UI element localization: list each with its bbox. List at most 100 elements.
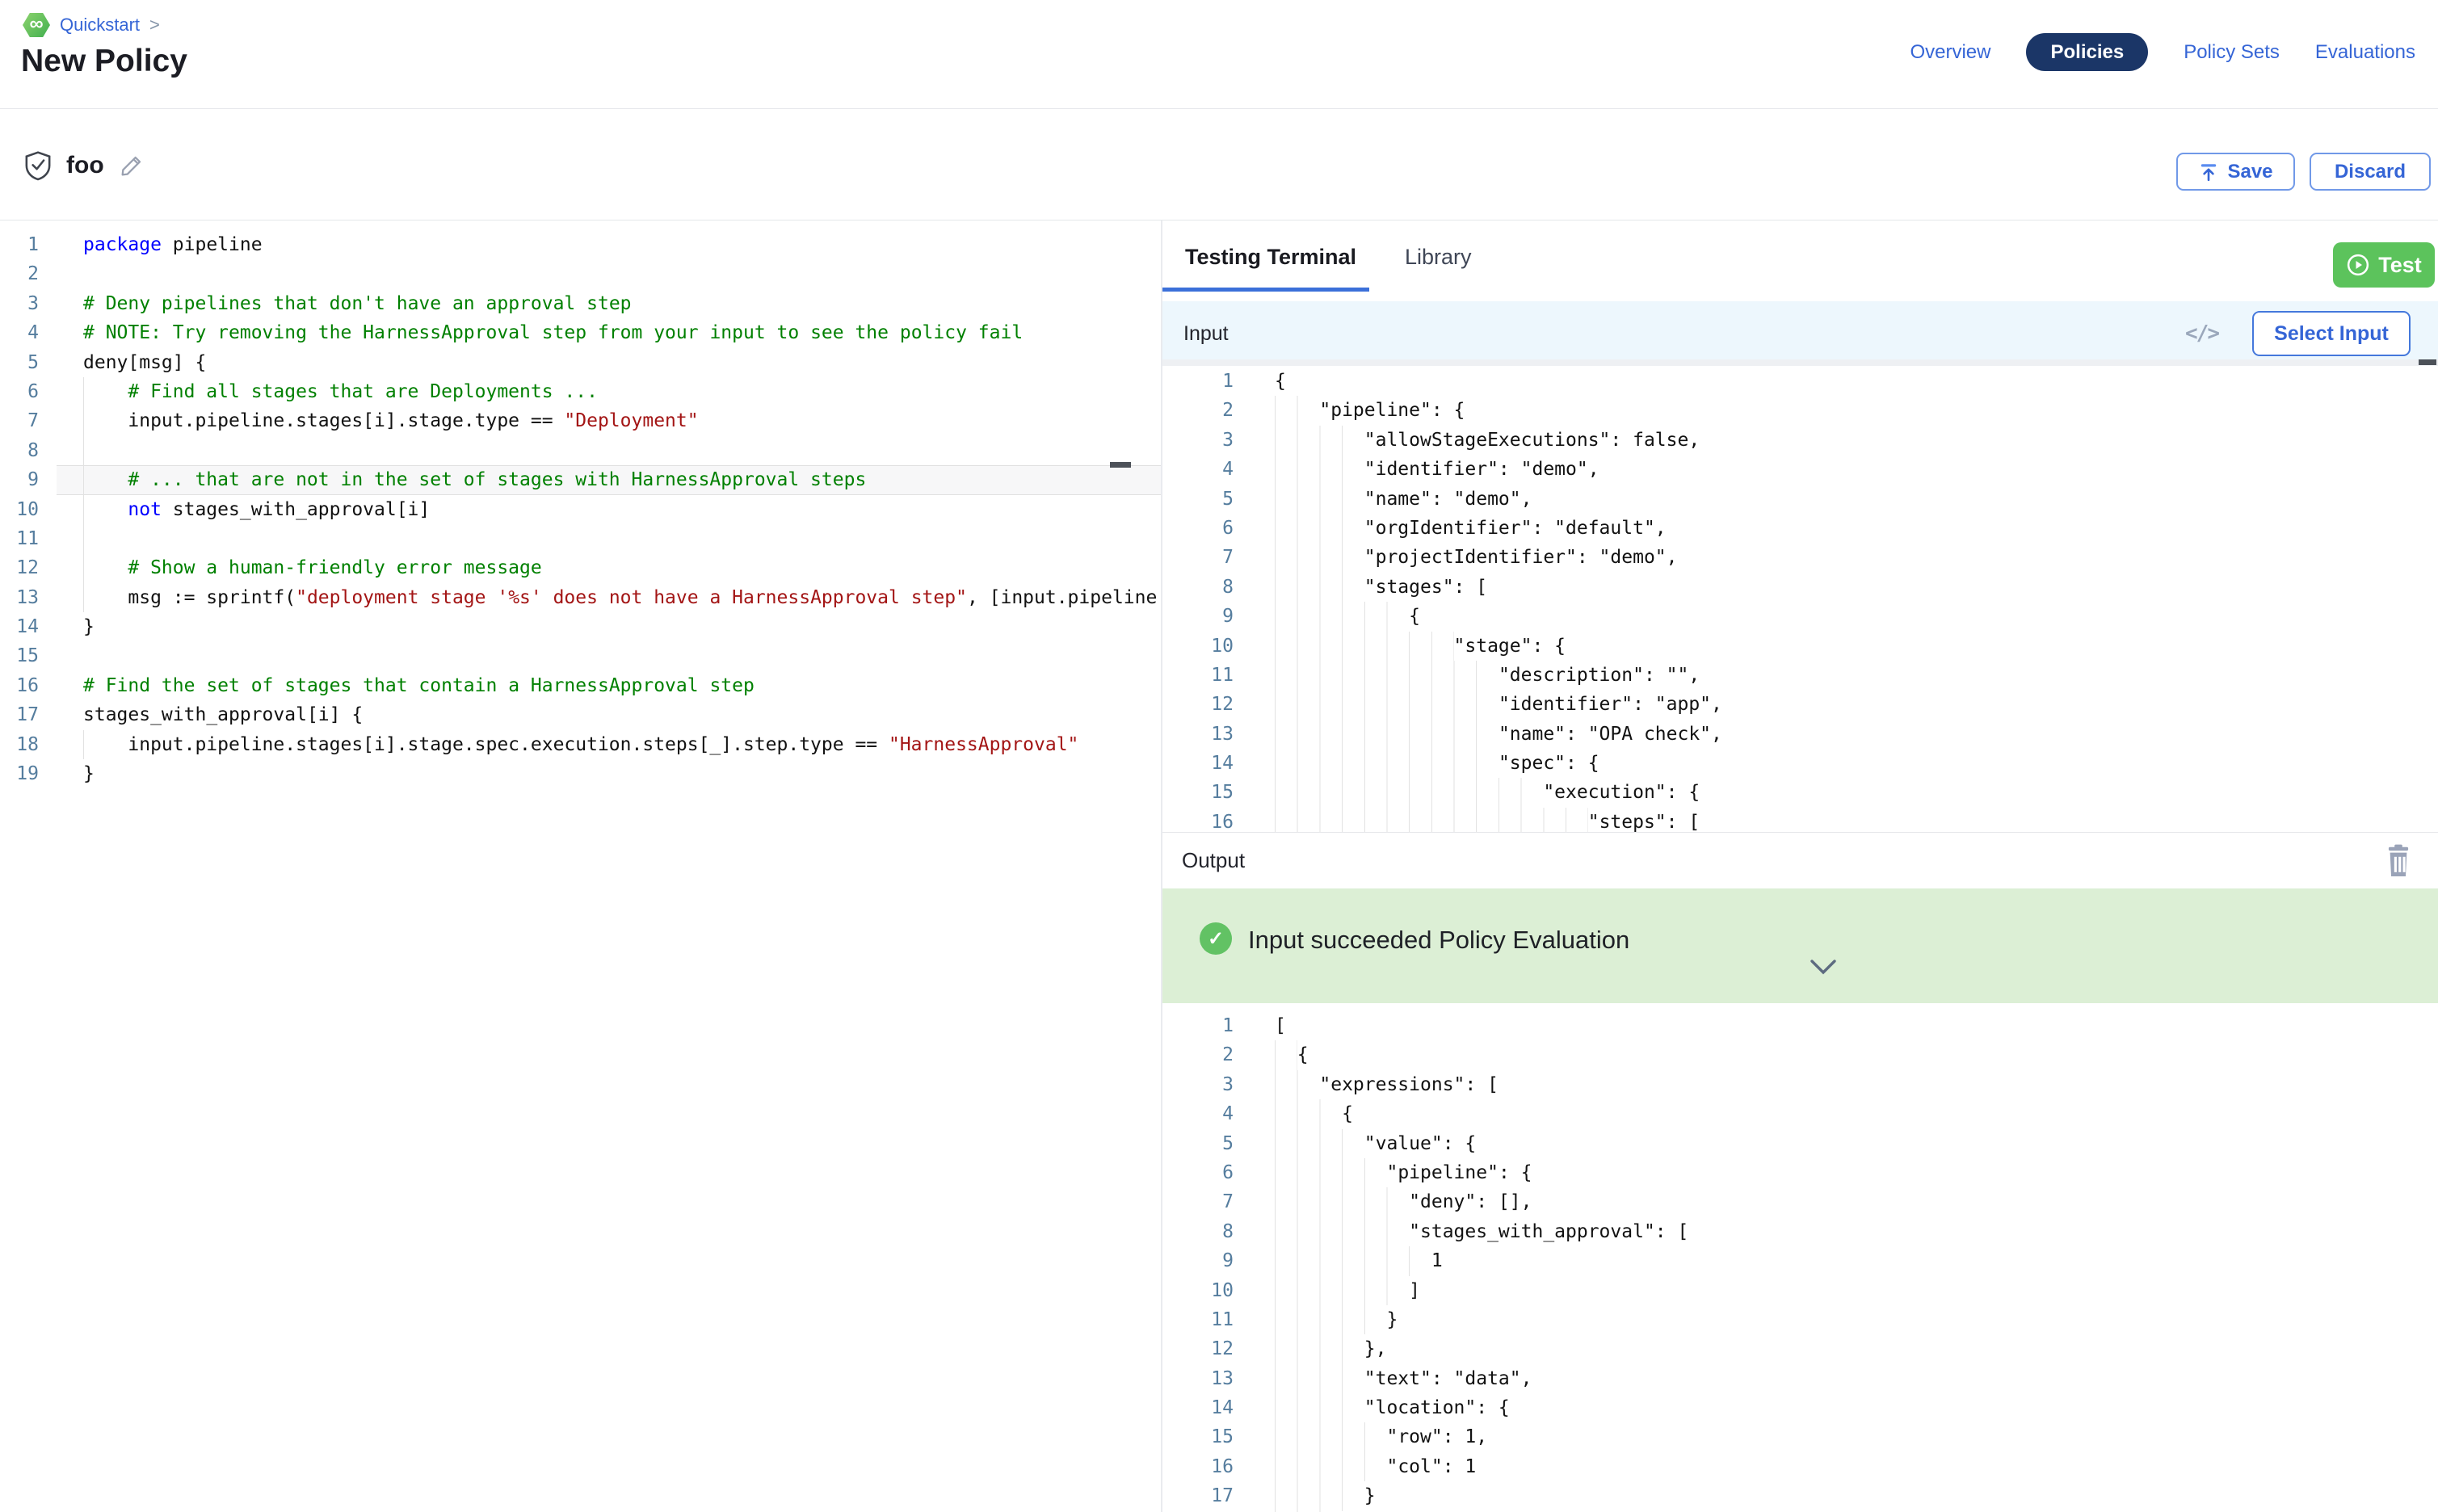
line-number: 7 xyxy=(1162,1187,1234,1216)
nav-evaluations[interactable]: Evaluations xyxy=(2315,33,2415,71)
code-line: 16"steps": [ xyxy=(1162,808,2438,832)
indent-guide xyxy=(1275,1481,1364,1510)
edit-pencil-icon[interactable] xyxy=(119,153,145,178)
line-number: 5 xyxy=(0,348,57,377)
nav-overview[interactable]: Overview xyxy=(1910,33,1990,71)
code-line: 18input.pipeline.stages[i].stage.spec.ex… xyxy=(0,730,1161,759)
tab-testing-terminal[interactable]: Testing Terminal xyxy=(1185,245,1356,270)
code-line: 5deny[msg] { xyxy=(0,348,1161,377)
line-number: 2 xyxy=(1162,1040,1234,1069)
indent-guide xyxy=(1275,1305,1386,1334)
line-number: 11 xyxy=(0,524,57,553)
discard-button[interactable]: Discard xyxy=(2310,153,2431,191)
code-view-icon[interactable]: </> xyxy=(2185,321,2218,346)
evaluation-status-banner: ✓ Input succeeded Policy Evaluation xyxy=(1162,888,2438,1003)
indent-guide xyxy=(1275,778,1543,807)
line-number: 7 xyxy=(1162,543,1234,572)
indent-guide xyxy=(1275,426,1364,455)
indent-guide xyxy=(1275,1452,1386,1481)
code-line: 3# Deny pipelines that don't have an app… xyxy=(0,289,1161,318)
overview-ruler-mark-input xyxy=(2419,359,2436,365)
line-number: 5 xyxy=(1162,485,1234,514)
line-number: 17 xyxy=(0,700,57,729)
nav-policies[interactable]: Policies xyxy=(2026,33,2148,71)
indent-guide xyxy=(83,730,128,759)
indent-guide xyxy=(1275,543,1364,572)
input-json-editor[interactable]: 1{2"pipeline": {3"allowStageExecutions":… xyxy=(1162,366,2438,832)
line-number: 9 xyxy=(0,465,57,494)
chevron-down-icon[interactable] xyxy=(1809,958,1838,976)
code-line: 13"text": "data", xyxy=(1162,1364,2438,1393)
line-number: 14 xyxy=(0,612,57,641)
code-line: 11 xyxy=(0,524,1161,553)
indent-guide xyxy=(83,495,128,524)
code-line: 9{ xyxy=(1162,602,2438,631)
code-line: 3"expressions": [ xyxy=(1162,1070,2438,1099)
nav-policy-sets[interactable]: Policy Sets xyxy=(2184,33,2280,71)
code-line: 6"pipeline": { xyxy=(1162,1158,2438,1187)
code-line: 15"execution": { xyxy=(1162,778,2438,807)
line-number: 3 xyxy=(0,289,57,318)
indent-guide xyxy=(83,583,128,612)
code-line: 13msg := sprintf("deployment stage '%s' … xyxy=(0,583,1161,612)
overview-ruler-mark xyxy=(1110,462,1131,468)
select-input-button[interactable]: Select Input xyxy=(2252,311,2411,356)
input-label: Input xyxy=(1183,322,2185,346)
code-line: 1package pipeline xyxy=(0,230,1161,259)
line-number: 7 xyxy=(0,406,57,435)
upload-icon xyxy=(2198,162,2219,183)
tab-library[interactable]: Library xyxy=(1405,245,1472,270)
indent-guide xyxy=(1275,1158,1386,1187)
line-number: 16 xyxy=(1162,1452,1234,1481)
indent-guide xyxy=(83,377,128,406)
breadcrumb: ∞ Quickstart > xyxy=(23,11,160,39)
line-number: 12 xyxy=(0,553,57,582)
line-number: 6 xyxy=(1162,514,1234,543)
code-line: 8 xyxy=(0,436,1161,465)
indent-guide xyxy=(1275,1217,1409,1246)
shield-check-icon xyxy=(24,150,52,181)
code-line: 2{ xyxy=(1162,1040,2438,1069)
code-line: 4# NOTE: Try removing the HarnessApprova… xyxy=(0,318,1161,347)
rego-code-editor[interactable]: 1package pipeline23# Deny pipelines that… xyxy=(0,220,1161,1512)
code-line: 7"deny": [], xyxy=(1162,1187,2438,1216)
test-button[interactable]: Test xyxy=(2333,242,2435,288)
indent-guide xyxy=(1275,1422,1386,1451)
code-line: 14} xyxy=(0,612,1161,641)
indent-guide xyxy=(1275,1334,1364,1363)
line-number: 3 xyxy=(1162,426,1234,455)
indent-guide xyxy=(1275,1393,1364,1422)
testing-terminal-pane: Testing Terminal Library Test Input </> … xyxy=(1162,220,2438,1512)
line-number: 13 xyxy=(1162,1364,1234,1393)
line-number: 9 xyxy=(1162,602,1234,631)
output-json-editor[interactable]: 1[2{3"expressions": [4{5"value": {6"pipe… xyxy=(1162,1003,2438,1512)
top-nav: Overview Policies Policy Sets Evaluation… xyxy=(1910,33,2415,71)
indent-guide xyxy=(1275,396,1319,425)
code-line: 2"pipeline": { xyxy=(1162,396,2438,425)
code-line: 10not stages_with_approval[i] xyxy=(0,495,1161,524)
code-line: 15"row": 1, xyxy=(1162,1422,2438,1451)
breadcrumb-project-link[interactable]: Quickstart xyxy=(60,15,140,36)
line-number: 15 xyxy=(0,641,57,670)
harness-logo-icon: ∞ xyxy=(23,11,50,39)
code-line: 7"projectIdentifier": "demo", xyxy=(1162,543,2438,572)
indent-guide xyxy=(1275,661,1499,690)
evaluation-status-text: Input succeeded Policy Evaluation xyxy=(1248,926,1629,955)
code-line: 11} xyxy=(1162,1305,2438,1334)
code-line: 11"description": "", xyxy=(1162,661,2438,690)
indent-guide xyxy=(1275,485,1364,514)
line-number: 6 xyxy=(0,377,57,406)
indent-guide xyxy=(1275,1040,1297,1069)
trash-icon[interactable] xyxy=(2383,844,2414,878)
code-line: 16# Find the set of stages that contain … xyxy=(0,671,1161,700)
line-number: 15 xyxy=(1162,1422,1234,1451)
line-number: 19 xyxy=(0,759,57,788)
line-number: 11 xyxy=(1162,661,1234,690)
line-number: 4 xyxy=(1162,455,1234,484)
line-number: 18 xyxy=(0,730,57,759)
code-line: 17} xyxy=(1162,1481,2438,1510)
indent-guide xyxy=(83,436,128,465)
save-button[interactable]: Save xyxy=(2176,153,2295,191)
code-line: 6"orgIdentifier": "default", xyxy=(1162,514,2438,543)
line-number: 13 xyxy=(0,583,57,612)
